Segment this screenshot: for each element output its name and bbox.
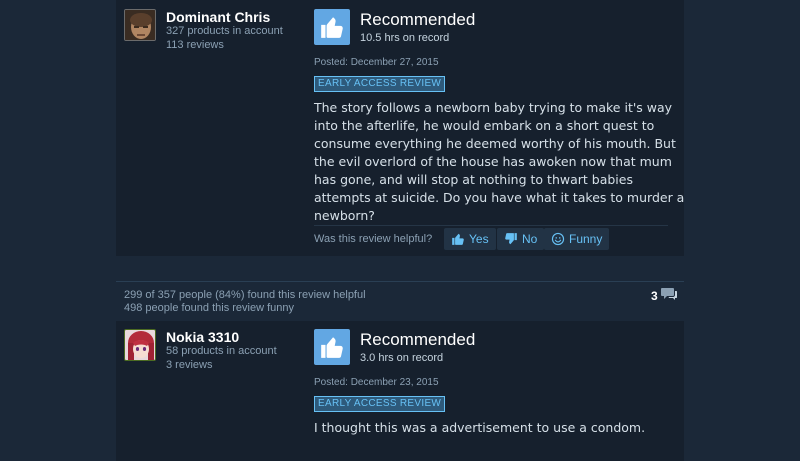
posted-date: Posted: December 23, 2015 [314,377,439,388]
posted-date: Posted: December 27, 2015 [314,57,439,68]
hours-on-record: 3.0 hrs on record [360,352,444,364]
early-access-badge: EARLY ACCESS REVIEW [314,76,446,92]
review-text: I thought this was a advertisement to us… [314,420,646,435]
verdict-title[interactable]: Recommended [360,330,475,350]
avatar[interactable] [124,329,156,361]
thumbs-down-icon [504,232,518,246]
vote-yes-label: Yes [469,232,489,246]
user-name[interactable]: Nokia 3310 [166,329,239,345]
thumbs-up-icon [314,9,350,45]
early-access-badge: EARLY ACCESS REVIEW [314,396,446,412]
reviews-count[interactable]: 3 reviews [166,359,212,371]
vote-no-label: No [522,232,538,246]
helpful-prompt: Was this review helpful? [314,233,433,245]
smiley-icon [551,232,565,246]
comment-count: 3 [651,288,658,303]
avatar[interactable] [124,9,156,41]
comment-count-button[interactable]: 3 [651,287,678,304]
user-name[interactable]: Dominant Chris [166,9,270,25]
products-count[interactable]: 58 products in account [166,345,277,357]
review-text: The story follows a newborn baby trying … [314,100,685,223]
vote-funny-label: Funny [569,232,603,246]
vote-yes-button[interactable]: Yes [444,228,496,250]
reviews-count[interactable]: 113 reviews [166,39,224,51]
thumbs-up-icon [314,329,350,365]
comment-bubble-icon [660,287,678,304]
vote-funny-button[interactable]: Funny [544,228,610,250]
thumbs-up-icon [451,232,465,246]
hours-on-record: 10.5 hrs on record [360,32,450,44]
vote-no-button[interactable]: No [497,228,545,250]
funny-count: 498 people found this review funny [124,302,295,314]
verdict-title[interactable]: Recommended [360,10,475,30]
helpful-count: 299 of 357 people (84%) found this revie… [124,289,366,301]
products-count[interactable]: 327 products in account [166,25,283,37]
divider [314,225,668,226]
